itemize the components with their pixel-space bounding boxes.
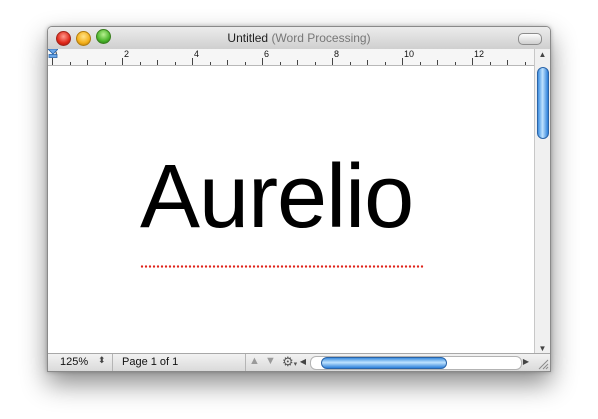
vertical-scrollbar[interactable]: ▲ ▼	[534, 49, 550, 353]
ruler-label: 12	[474, 49, 485, 59]
gear-icon[interactable]: ⚙▾	[282, 354, 297, 370]
toolbar-toggle-button[interactable]	[518, 33, 542, 45]
resize-grip-icon[interactable]	[537, 358, 549, 370]
window-title-name: Untitled	[227, 31, 269, 45]
ruler-label: 4	[194, 49, 200, 59]
window-title-subtitle: (Word Processing)	[271, 31, 371, 45]
document-body[interactable]: Aurelio	[48, 66, 534, 353]
document-window: Untitled (Word Processing) 0 2 4 6 8 10 …	[47, 26, 551, 372]
zoom-stepper-icon[interactable]: ⬍	[98, 355, 106, 366]
status-bar: 125% ⬍ Page 1 of 1 ▲ ▼ ⚙▾ ◀ ▶	[48, 353, 550, 371]
vertical-scroll-thumb[interactable]	[537, 67, 549, 139]
arrow-right-icon[interactable]: ▶	[521, 357, 531, 366]
triangle-up-icon[interactable]: ▲	[249, 355, 260, 367]
divider	[245, 354, 246, 371]
ruler-ticks	[52, 58, 526, 65]
zoom-level[interactable]: 125%	[60, 356, 88, 368]
arrow-down-icon[interactable]: ▼	[535, 344, 550, 353]
window-title: Untitled (Word Processing)	[48, 31, 550, 45]
divider	[112, 354, 113, 371]
arrow-left-icon[interactable]: ◀	[298, 357, 308, 366]
arrow-up-icon[interactable]: ▲	[535, 50, 550, 59]
spelling-error-underline	[140, 265, 424, 268]
ruler-label: 8	[334, 49, 340, 59]
ruler-label: 6	[264, 49, 270, 59]
triangle-down-icon[interactable]: ▼	[265, 355, 276, 367]
horizontal-scrollbar[interactable]	[310, 356, 522, 370]
horizontal-scroll-thumb[interactable]	[321, 357, 447, 369]
document-text[interactable]: Aurelio	[140, 142, 414, 252]
indent-marker-icon[interactable]	[48, 49, 58, 58]
ruler-label: 10	[404, 49, 415, 59]
page-info: Page 1 of 1	[122, 356, 179, 368]
ruler-label: 2	[124, 49, 130, 59]
title-bar[interactable]: Untitled (Word Processing)	[48, 27, 550, 50]
ruler[interactable]: 0 2 4 6 8 10 12	[48, 49, 534, 66]
